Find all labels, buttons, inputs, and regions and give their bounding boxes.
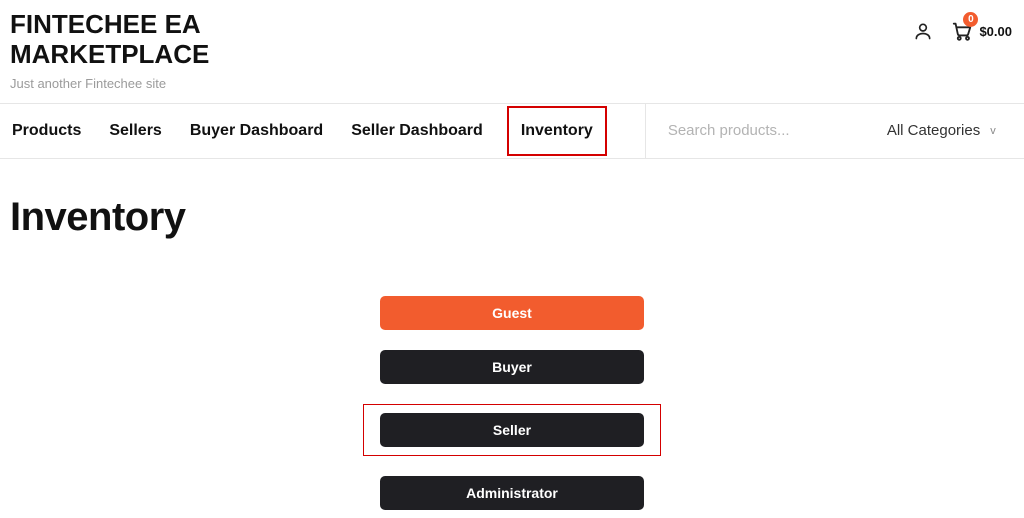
cart-total: $0.00 <box>979 24 1012 39</box>
page-title: Inventory <box>10 195 1014 240</box>
category-select-label: All Categories <box>887 122 980 139</box>
nav-seller-dashboard[interactable]: Seller Dashboard <box>349 106 485 156</box>
nav-products[interactable]: Products <box>10 106 83 156</box>
main-nav: Products Sellers Buyer Dashboard Seller … <box>10 106 605 156</box>
cart-count-badge: 0 <box>963 12 978 27</box>
role-buyer-button[interactable]: Buyer <box>380 350 644 384</box>
site-title[interactable]: FINTECHEE EA MARKETPLACE <box>10 10 390 70</box>
nav-sellers[interactable]: Sellers <box>107 106 163 156</box>
role-guest-button[interactable]: Guest <box>380 296 644 330</box>
site-tagline: Just another Fintechee site <box>10 76 390 91</box>
nav-buyer-dashboard[interactable]: Buyer Dashboard <box>188 106 325 156</box>
search-button[interactable] <box>1016 119 1024 142</box>
search-input[interactable] <box>668 122 867 139</box>
nav-inventory[interactable]: Inventory <box>507 106 607 156</box>
chevron-down-icon: v <box>990 125 996 137</box>
highlight-frame-seller: Seller <box>363 404 661 456</box>
cart-button[interactable]: 0 $0.00 <box>951 20 1012 42</box>
account-icon[interactable] <box>913 21 933 41</box>
category-select[interactable]: All Categories v <box>879 122 1004 139</box>
role-administrator-button[interactable]: Administrator <box>380 476 644 510</box>
role-seller-button[interactable]: Seller <box>380 413 644 447</box>
